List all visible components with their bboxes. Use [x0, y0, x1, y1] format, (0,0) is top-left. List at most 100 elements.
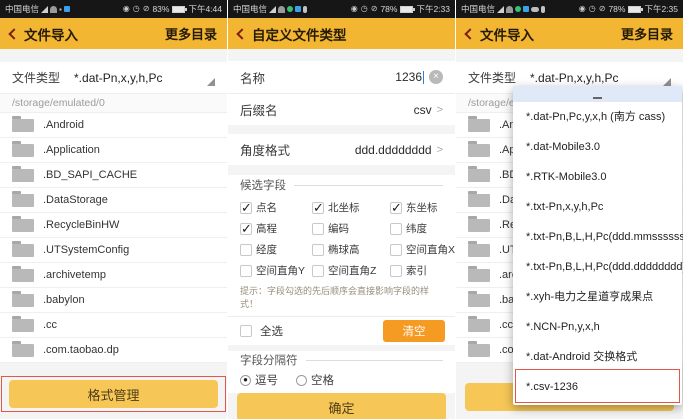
checkbox-longitude[interactable]: 经度: [240, 239, 312, 260]
clear-input-icon[interactable]: ×: [429, 70, 443, 84]
folder-icon: [468, 219, 490, 232]
file-type-label: 文件类型: [12, 69, 60, 86]
candidate-fields-section: 候选字段 ✓点名 ✓北坐标 ✓东坐标 ✓高程 编码 纬度 经度 椭球高 空间直角…: [228, 175, 455, 316]
folder-icon: [468, 269, 490, 282]
folder-row[interactable]: .UTSystemConfig: [0, 238, 227, 263]
carrier-label: 中国电信: [461, 3, 495, 15]
folder-icon: [12, 219, 34, 232]
select-all-checkbox[interactable]: [240, 325, 252, 337]
section-title: 候选字段: [240, 177, 286, 193]
mute-icon: ⊘: [143, 5, 150, 13]
dropdown-item[interactable]: *.RTK-Mobile3.0: [513, 162, 682, 192]
hint-text: 提示：字段勾选的先后顺序会直接影响字段的样式！: [228, 281, 455, 314]
app-header: 自定义文件类型: [228, 18, 455, 49]
folder-icon: [468, 194, 490, 207]
annotation-highlight-box: [515, 369, 680, 403]
wifi-icon: [278, 6, 285, 13]
checkbox-index[interactable]: 索引: [390, 260, 455, 281]
folder-row[interactable]: .babylon: [0, 288, 227, 313]
suffix-field-row[interactable]: 后缀名 csv >: [228, 94, 455, 125]
signal-icon: [497, 6, 504, 13]
dropdown-item[interactable]: *.txt-Pn,x,y,h,Pc: [513, 192, 682, 222]
folder-list: .Android .Application .BD_SAPI_CACHE .Da…: [0, 113, 227, 363]
back-icon[interactable]: [8, 28, 19, 39]
folder-icon: [468, 344, 490, 357]
dropdown-item[interactable]: *.NCN-Pn,y,x,h: [513, 312, 682, 342]
checkbox-north[interactable]: ✓北坐标: [312, 197, 390, 218]
green-dot-icon: [515, 6, 521, 12]
angle-format-row[interactable]: 角度格式 ddd.dddddddd >: [228, 134, 455, 165]
folder-row[interactable]: .BD_SAPI_CACHE: [0, 163, 227, 188]
back-icon[interactable]: [236, 28, 247, 39]
name-field-row[interactable]: 名称 1236 ×: [228, 61, 455, 93]
dropdown-item[interactable]: *.xyh-电力之星道亨成果点: [513, 282, 682, 312]
more-directories-button[interactable]: 更多目录: [621, 24, 673, 43]
checkbox-elevation[interactable]: ✓高程: [240, 218, 312, 239]
spinner-dropdown-icon[interactable]: [207, 78, 215, 86]
mic-icon: [541, 6, 545, 13]
folder-icon: [468, 319, 490, 332]
folder-row[interactable]: .com.taobao.dp: [0, 338, 227, 363]
folder-icon: [12, 294, 34, 307]
checkbox-latitude[interactable]: 纬度: [390, 218, 455, 239]
folder-icon: [468, 119, 490, 132]
more-directories-button[interactable]: 更多目录: [165, 24, 217, 43]
spinner-dropdown-icon[interactable]: [663, 78, 671, 86]
green-dot-icon: [287, 6, 293, 12]
folder-icon: [12, 319, 34, 332]
folder-icon: [12, 244, 34, 257]
suffix-value: csv: [414, 103, 432, 117]
dropdown-item[interactable]: *.dat-Pn,Pc,y,x,h (南方 cass): [513, 102, 682, 132]
blue-app-icon: [295, 6, 301, 12]
cloud-icon: [531, 7, 539, 12]
clear-fields-button[interactable]: 清空: [383, 320, 445, 342]
panel-file-import-left: 中国电信 ▪ ◉ ◷ ⊘ 83% 下午4:44 文件导入 更多目录 文件类型: [0, 0, 227, 419]
back-icon[interactable]: [464, 28, 475, 39]
checkbox-pointname[interactable]: ✓点名: [240, 197, 312, 218]
battery-icon: [172, 6, 185, 13]
radio-comma[interactable]: ● 逗号: [240, 372, 278, 388]
page-title: 自定义文件类型: [252, 24, 347, 44]
checkbox-spatial-y[interactable]: 空间直角Y: [240, 260, 312, 281]
checkbox-east[interactable]: ✓东坐标: [390, 197, 455, 218]
folder-row[interactable]: .archivetemp: [0, 263, 227, 288]
select-all-label: 全选: [260, 323, 283, 339]
clock-label: 下午2:35: [644, 3, 678, 15]
checkbox-code[interactable]: 编码: [312, 218, 390, 239]
folder-row[interactable]: .DataStorage: [0, 188, 227, 213]
eye-comfort-icon: ◉: [579, 5, 586, 13]
file-type-row[interactable]: 文件类型 *.dat-Pn,x,y,h,Pc: [0, 62, 227, 93]
checkbox-spatial-x[interactable]: 空间直角X: [390, 239, 455, 260]
checkbox-ellipsoid-height[interactable]: 椭球高: [312, 239, 390, 260]
dropdown-item[interactable]: *.txt-Pn,B,L,H,Pc(ddd.mmssssss): [513, 222, 682, 252]
confirm-button[interactable]: 确定: [237, 393, 446, 419]
format-manage-button[interactable]: 格式管理: [9, 380, 218, 408]
app-header: 文件导入 更多目录: [0, 18, 227, 49]
section-title: 字段分隔符: [240, 352, 298, 368]
name-input-value[interactable]: 1236: [395, 70, 422, 84]
dropdown-item[interactable]: *.dat-Mobile3.0: [513, 132, 682, 162]
separator-section: 字段分隔符 ● 逗号 空格: [228, 351, 455, 393]
folder-row[interactable]: .Application: [0, 138, 227, 163]
dropdown-item[interactable]: *.dat-Android 交换格式: [513, 342, 682, 372]
folder-icon: [12, 194, 34, 207]
battery-icon: [628, 6, 641, 13]
alarm-icon: ◷: [589, 5, 596, 13]
folder-row[interactable]: .RecycleBinHW: [0, 213, 227, 238]
folder-icon: [468, 169, 490, 182]
dropdown-selected-partial-row[interactable]: [513, 86, 682, 102]
file-type-label: 文件类型: [468, 69, 516, 86]
breadcrumb-path: /storage/emulated/0: [0, 93, 227, 113]
app-header: 文件导入 更多目录: [456, 18, 683, 49]
signal-icon: [41, 6, 48, 13]
folder-row[interactable]: .cc: [0, 313, 227, 338]
file-type-value: *.dat-Pn,x,y,h,Pc: [74, 71, 162, 85]
dropdown-item[interactable]: *.txt-Pn,B,L,H,Pc(ddd.dddddddd): [513, 252, 682, 282]
radio-space[interactable]: 空格: [296, 372, 334, 388]
folder-row[interactable]: .Android: [0, 113, 227, 138]
folder-icon: [12, 344, 34, 357]
page-title: 文件导入: [24, 24, 78, 44]
folder-icon: [12, 144, 34, 157]
checkbox-spatial-z[interactable]: 空间直角Z: [312, 260, 390, 281]
folder-icon: [468, 144, 490, 157]
